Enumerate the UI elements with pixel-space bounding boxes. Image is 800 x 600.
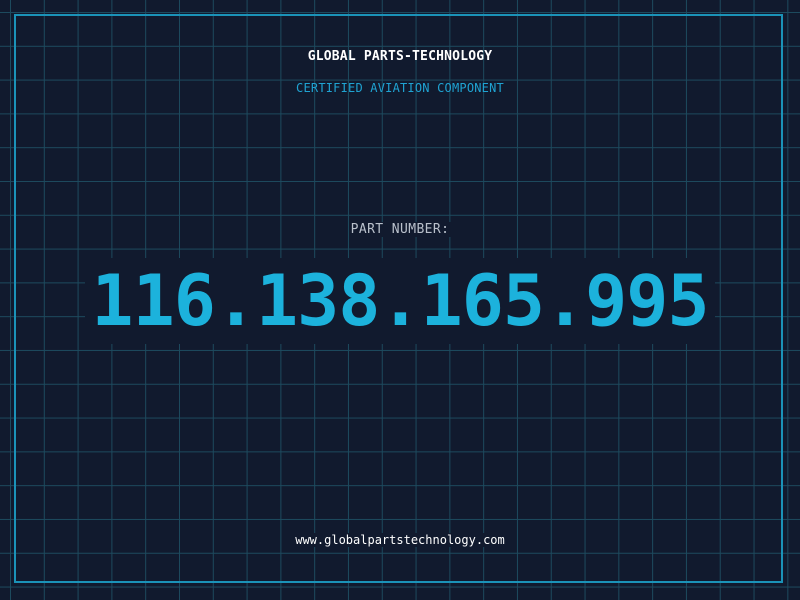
part-number-label-row: PART NUMBER:: [0, 220, 800, 238]
part-number-value: 116.138.165.995: [85, 258, 715, 344]
part-card: GLOBAL PARTS-TECHNOLOGY CERTIFIED AVIATI…: [0, 0, 800, 600]
part-number-row: 116.138.165.995: [0, 258, 800, 344]
part-number-label: PART NUMBER:: [348, 222, 452, 237]
brand-subtitle: CERTIFIED AVIATION COMPONENT: [296, 81, 504, 95]
footer: www.globalpartstechnology.com: [0, 531, 800, 549]
brand-title: GLOBAL PARTS-TECHNOLOGY: [307, 49, 493, 64]
website-url: www.globalpartstechnology.com: [291, 533, 509, 547]
